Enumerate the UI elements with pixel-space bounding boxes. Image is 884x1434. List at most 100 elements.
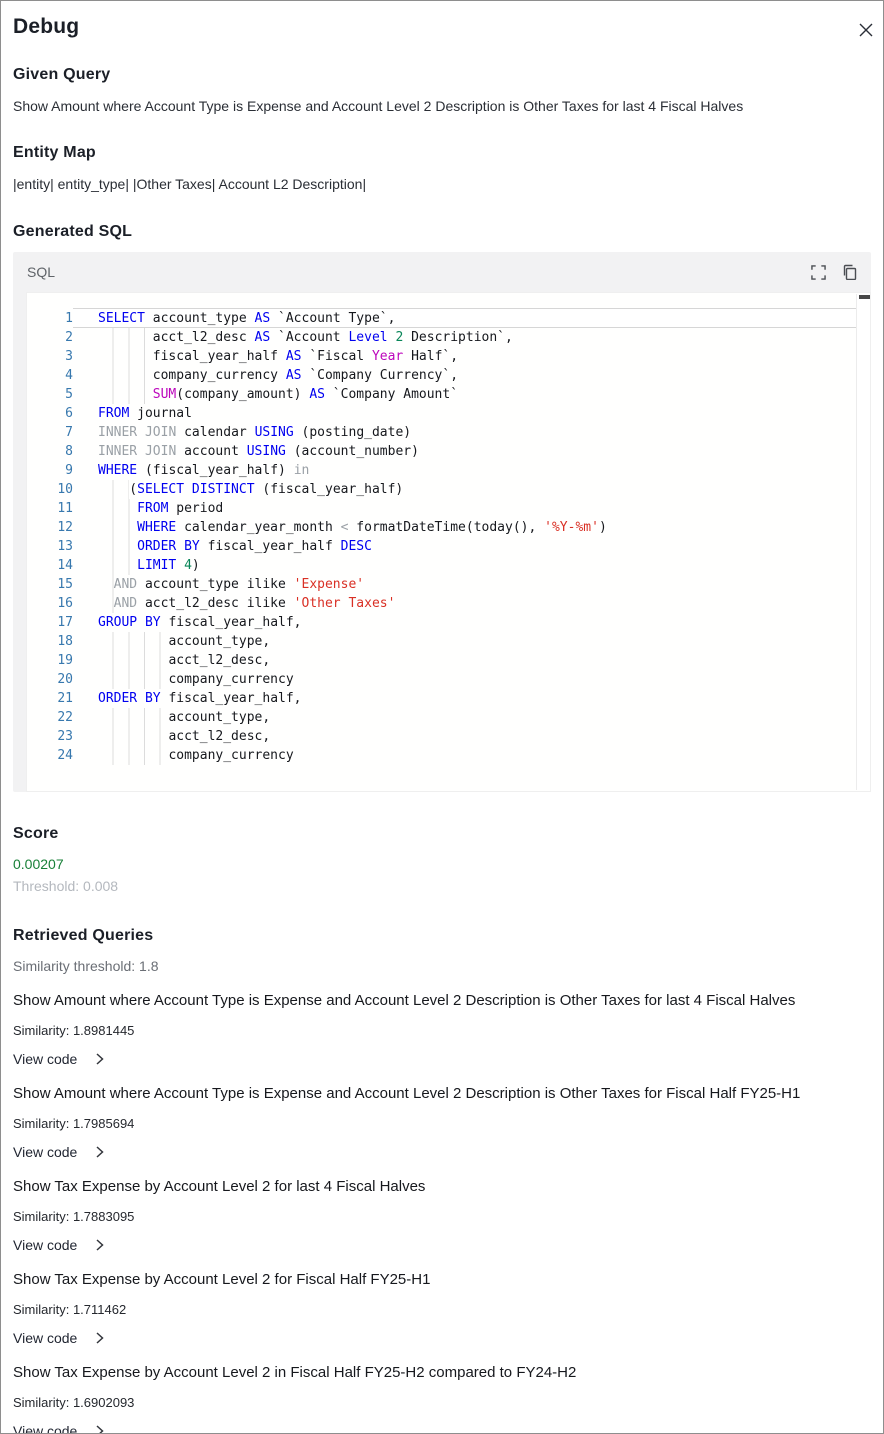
code-line: 17GROUP BY fiscal_year_half, xyxy=(27,613,870,632)
line-number: 5 xyxy=(27,385,73,404)
code-line: 8INNER JOIN account USING (account_numbe… xyxy=(27,442,870,461)
retrieved-query-text: Show Amount where Account Type is Expens… xyxy=(13,1084,871,1103)
code-line: 2acct_l2_desc AS `Account Level 2 Descri… xyxy=(27,328,870,347)
code-line: 7INNER JOIN calendar USING (posting_date… xyxy=(27,423,870,442)
code-line: 4company_currency AS `Company Currency`, xyxy=(27,366,870,385)
view-code-label: View code xyxy=(13,1051,77,1067)
line-number: 12 xyxy=(27,518,73,537)
score-threshold: Threshold: 0.008 xyxy=(13,878,871,894)
view-code-button[interactable]: View code xyxy=(13,1423,104,1434)
line-number: 21 xyxy=(27,689,73,708)
debug-dialog: Debug Given Query Show Amount where Acco… xyxy=(0,0,884,1434)
entity-map-heading: Entity Map xyxy=(13,144,871,162)
code-scrollbar-thumb[interactable] xyxy=(859,295,870,299)
code-line: 1SELECT account_type AS `Account Type`, xyxy=(27,309,870,328)
copy-icon[interactable] xyxy=(841,263,859,281)
code-line: 16AND acct_l2_desc ilike 'Other Taxes' xyxy=(27,594,870,613)
code-line: 11FROM period xyxy=(27,499,870,518)
similarity-threshold: Similarity threshold: 1.8 xyxy=(13,958,871,974)
sql-card-header: SQL xyxy=(13,252,871,292)
code-line: 14LIMIT 4) xyxy=(27,556,870,575)
score-heading: Score xyxy=(13,825,871,843)
chevron-right-icon xyxy=(95,1332,104,1344)
line-number: 8 xyxy=(27,442,73,461)
retrieved-queries-heading: Retrieved Queries xyxy=(13,927,871,945)
line-number: 18 xyxy=(27,632,73,651)
code-line: 19acct_l2_desc, xyxy=(27,651,870,670)
retrieved-query-text: Show Tax Expense by Account Level 2 for … xyxy=(13,1177,871,1196)
code-line: 21ORDER BY fiscal_year_half, xyxy=(27,689,870,708)
line-number: 20 xyxy=(27,670,73,689)
entity-map-text: |entity| entity_type| |Other Taxes| Acco… xyxy=(13,175,871,193)
code-line: 20company_currency xyxy=(27,670,870,689)
retrieved-query-item: Show Tax Expense by Account Level 2 for … xyxy=(13,1270,871,1346)
code-line: 9WHERE (fiscal_year_half) in xyxy=(27,461,870,480)
code-line: 10(SELECT DISTINCT (fiscal_year_half) xyxy=(27,480,870,499)
retrieved-query-similarity: Similarity: 1.711462 xyxy=(13,1302,871,1317)
retrieved-query-similarity: Similarity: 1.6902093 xyxy=(13,1395,871,1410)
view-code-label: View code xyxy=(13,1237,77,1253)
line-number: 16 xyxy=(27,594,73,613)
retrieved-query-similarity: Similarity: 1.7985694 xyxy=(13,1116,871,1131)
code-vertical-scrollbar[interactable] xyxy=(856,294,870,790)
line-number: 17 xyxy=(27,613,73,632)
view-code-label: View code xyxy=(13,1144,77,1160)
chevron-right-icon xyxy=(95,1425,104,1434)
view-code-button[interactable]: View code xyxy=(13,1330,104,1346)
line-number: 14 xyxy=(27,556,73,575)
line-number: 1 xyxy=(27,309,73,328)
code-line: 3fiscal_year_half AS `Fiscal Year Half`, xyxy=(27,347,870,366)
code-line: 22account_type, xyxy=(27,708,870,727)
code-line: 23acct_l2_desc, xyxy=(27,727,870,746)
retrieved-query-similarity: Similarity: 1.7883095 xyxy=(13,1209,871,1224)
retrieved-query-similarity: Similarity: 1.8981445 xyxy=(13,1023,871,1038)
sql-card-label: SQL xyxy=(27,264,55,280)
view-code-label: View code xyxy=(13,1423,77,1434)
line-number: 24 xyxy=(27,746,73,765)
score-value: 0.00207 xyxy=(13,856,871,872)
line-number: 13 xyxy=(27,537,73,556)
line-number: 4 xyxy=(27,366,73,385)
retrieved-query-text: Show Tax Expense by Account Level 2 for … xyxy=(13,1270,871,1289)
line-number: 9 xyxy=(27,461,73,480)
code-line: 5SUM(company_amount) AS `Company Amount` xyxy=(27,385,870,404)
code-line: 24company_currency xyxy=(27,746,870,765)
sql-card: SQL 1SELECT account_type AS `Account Typ… xyxy=(13,252,871,792)
view-code-label: View code xyxy=(13,1330,77,1346)
chevron-right-icon xyxy=(95,1146,104,1158)
close-icon[interactable] xyxy=(855,19,877,41)
retrieved-query-item: Show Tax Expense by Account Level 2 for … xyxy=(13,1177,871,1253)
view-code-button[interactable]: View code xyxy=(13,1144,104,1160)
retrieved-query-item: Show Amount where Account Type is Expens… xyxy=(13,1084,871,1160)
given-query-heading: Given Query xyxy=(13,66,871,84)
retrieved-query-item: Show Amount where Account Type is Expens… xyxy=(13,991,871,1067)
retrieved-query-text: Show Tax Expense by Account Level 2 in F… xyxy=(13,1363,871,1382)
code-line: 15AND account_type ilike 'Expense' xyxy=(27,575,870,594)
chevron-right-icon xyxy=(95,1239,104,1251)
line-number: 15 xyxy=(27,575,73,594)
line-number: 11 xyxy=(27,499,73,518)
line-number: 3 xyxy=(27,347,73,366)
sql-code-box: 1SELECT account_type AS `Account Type`,2… xyxy=(26,292,871,792)
code-line: 12WHERE calendar_year_month < formatDate… xyxy=(27,518,870,537)
retrieved-query-item: Show Tax Expense by Account Level 2 in F… xyxy=(13,1363,871,1434)
line-number: 10 xyxy=(27,480,73,499)
chevron-right-icon xyxy=(95,1053,104,1065)
view-code-button[interactable]: View code xyxy=(13,1237,104,1253)
code-line: 13ORDER BY fiscal_year_half DESC xyxy=(27,537,870,556)
code-line: 18account_type, xyxy=(27,632,870,651)
generated-sql-heading: Generated SQL xyxy=(13,223,871,241)
line-number: 22 xyxy=(27,708,73,727)
expand-icon[interactable] xyxy=(809,263,827,281)
line-number: 19 xyxy=(27,651,73,670)
dialog-title: Debug xyxy=(13,15,871,39)
view-code-button[interactable]: View code xyxy=(13,1051,104,1067)
retrieved-queries-list: Show Amount where Account Type is Expens… xyxy=(13,991,871,1434)
sql-code: 1SELECT account_type AS `Account Type`,2… xyxy=(27,309,870,765)
retrieved-query-text: Show Amount where Account Type is Expens… xyxy=(13,991,871,1010)
given-query-text: Show Amount where Account Type is Expens… xyxy=(13,97,871,115)
code-line: 6FROM journal xyxy=(27,404,870,423)
line-number: 6 xyxy=(27,404,73,423)
line-number: 7 xyxy=(27,423,73,442)
line-number: 2 xyxy=(27,328,73,347)
